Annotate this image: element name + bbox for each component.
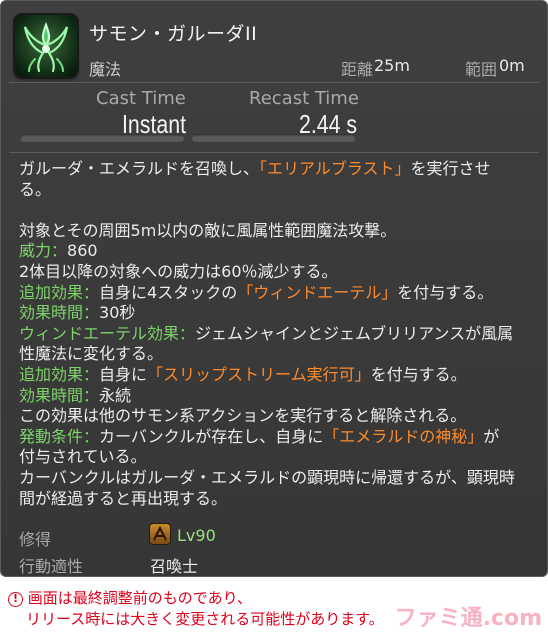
- duration-line: 効果時間：30秒: [19, 303, 136, 323]
- cast-time-label: Cast Time: [96, 88, 186, 109]
- range-value: 25m: [374, 56, 410, 75]
- cast-time-bar: [20, 134, 185, 142]
- notice-line-1: ! 画面は最終調整前のものであり、: [8, 588, 384, 609]
- garuda-summon-icon: [15, 15, 77, 77]
- action-tooltip: サモン・ガルーダII 魔法 距離 25m 範囲 0m Cast Time Ins…: [0, 0, 548, 577]
- radius-label: 範囲: [465, 60, 498, 79]
- desc-line: る。: [19, 179, 52, 199]
- class-value: 召喚士: [150, 557, 199, 576]
- potency-line: 威力：860: [19, 241, 98, 261]
- desc-line: 性魔法に変化する。: [19, 344, 164, 364]
- times-divider: [9, 152, 539, 153]
- desc-line: 2体目以降の対象への威力は60％減少する。: [19, 261, 338, 281]
- header-divider: [9, 82, 539, 83]
- skill-type: 魔法: [89, 60, 122, 79]
- class-label: 行動適性: [19, 557, 84, 576]
- watermark-logo: ファミ通.com: [394, 606, 542, 631]
- skill-name: サモン・ガルーダII: [89, 23, 258, 45]
- desc-line: 付与されている。: [19, 447, 147, 467]
- condition-line: 発動条件：カーバンクルが存在し、自身に「エメラルドの神秘」が: [19, 426, 500, 446]
- recast-time-label: Recast Time: [249, 88, 359, 109]
- desc-line: この効果は他のサモン系アクションを実行すると解除される。: [19, 406, 467, 426]
- notice-line-2: リリース時には大きく変更される可能性があります。: [26, 610, 384, 628]
- desc-line: 対象とその周囲5m以内の敵に風属性範囲魔法攻撃。: [19, 220, 397, 240]
- notice: ! 画面は最終調整前のものであり、 リリース時には大きく変更される可能性がありま…: [8, 588, 384, 630]
- duration-line: 効果時間：永続: [19, 385, 132, 405]
- additional-effect-line: 追加効果：自身に「スリップストリーム実行可」を付与する。: [19, 364, 467, 384]
- summoner-job-icon: [149, 523, 171, 545]
- range-label: 距離: [341, 60, 374, 79]
- desc-line: ガルーダ・エメラルドを召喚し、「エリアルブラスト」を実行させ: [19, 159, 491, 178]
- action-description: ガルーダ・エメラルドを召喚し、「エリアルブラスト」を実行させ る。 対象とその周…: [19, 159, 537, 509]
- warning-icon: !: [8, 592, 23, 607]
- acquire-label: 修得: [19, 530, 52, 549]
- desc-line: 間が経過すると再出現する。: [19, 488, 228, 508]
- additional-effect-line: 追加効果：自身に4スタックの「ウィンドエーテル」を付与する。: [19, 282, 494, 302]
- wind-aether-line: ウィンドエーテル効果：ジェムシャインとジェムブリリアンスが風属: [19, 323, 514, 343]
- recast-time-bar: [191, 134, 356, 142]
- acquire-level: Lv90: [177, 526, 216, 545]
- desc-line: カーバンクルはガルーダ・エメラルドの顕現時に帰還するが、顕現時: [19, 467, 515, 487]
- radius-value: 0m: [499, 56, 525, 75]
